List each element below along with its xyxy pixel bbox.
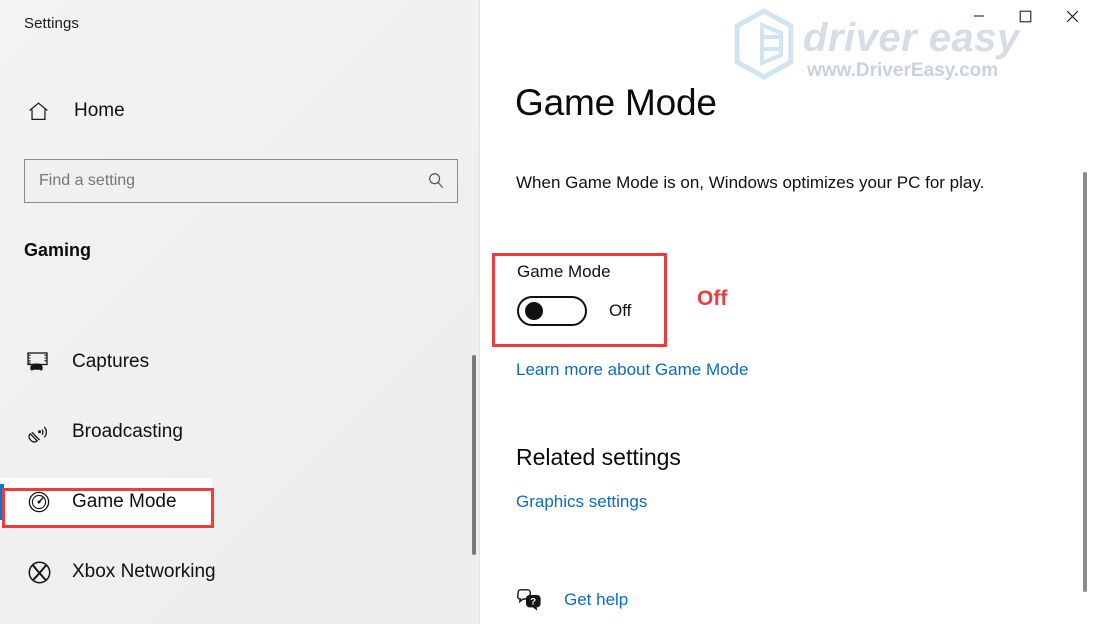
sidebar-section-title: Gaming [24, 240, 92, 260]
sidebar-item-xbox-networking-label: Xbox Networking [72, 561, 216, 582]
related-settings-title: Related settings [516, 444, 681, 470]
get-help-label[interactable]: Get help [564, 590, 628, 610]
sidebar-nav-list: Captures Broadcasting Game Mode Xbox Net… [0, 338, 470, 618]
close-button[interactable] [1049, 0, 1096, 32]
sidebar-item-broadcasting[interactable]: Broadcasting [0, 408, 470, 456]
search-icon[interactable] [415, 170, 457, 192]
help-speech-bubble-icon: ? [516, 588, 550, 612]
sidebar-item-broadcasting-label: Broadcasting [72, 421, 183, 442]
game-mode-toggle-row: Off [517, 296, 631, 326]
graphics-settings-link[interactable]: Graphics settings [516, 492, 647, 512]
sidebar-item-game-mode-label: Game Mode [72, 491, 177, 512]
toggle-knob [525, 302, 543, 320]
window-controls [955, 0, 1096, 44]
maximize-button[interactable] [1002, 0, 1049, 32]
sidebar: Settings Home Gaming [0, 0, 480, 624]
search-input[interactable] [25, 172, 415, 190]
game-mode-icon [26, 489, 56, 515]
captures-icon [26, 350, 56, 374]
sidebar-item-home[interactable]: Home [16, 90, 456, 132]
learn-more-link[interactable]: Learn more about Game Mode [516, 360, 748, 380]
sidebar-item-home-label: Home [74, 100, 125, 121]
xbox-icon [26, 559, 56, 586]
game-mode-toggle-state: Off [609, 301, 632, 320]
settings-window: Settings Home Gaming [0, 0, 1096, 624]
sidebar-scrollbar-thumb[interactable] [472, 355, 476, 555]
broadcasting-icon [26, 420, 56, 445]
content-scrollbar-thumb[interactable] [1083, 172, 1087, 592]
sidebar-item-captures-label: Captures [72, 351, 150, 372]
game-mode-toggle-label: Game Mode [517, 262, 611, 281]
main-content: driver easy www.DriverEasy.com Game Mode… [481, 0, 1096, 624]
sidebar-item-game-mode[interactable]: Game Mode [0, 478, 212, 526]
sidebar-item-captures[interactable]: Captures [0, 338, 470, 386]
home-icon [26, 99, 60, 124]
search-box[interactable] [24, 159, 458, 203]
page-description: When Game Mode is on, Windows optimizes … [516, 173, 985, 192]
page-title: Game Mode [515, 82, 717, 123]
get-help[interactable]: ? Get help [516, 588, 628, 612]
minimize-button[interactable] [955, 0, 1002, 32]
game-mode-setting: Game Mode Off [517, 262, 631, 326]
svg-text:?: ? [530, 597, 536, 608]
game-mode-toggle-switch[interactable] [517, 296, 587, 326]
app-title: Settings [24, 15, 79, 32]
watermark-url: www.DriverEasy.com [807, 60, 999, 81]
annotation-off-callout: Off [697, 287, 728, 310]
sidebar-item-xbox-networking[interactable]: Xbox Networking [0, 548, 470, 596]
driver-easy-hex-logo [734, 8, 794, 80]
